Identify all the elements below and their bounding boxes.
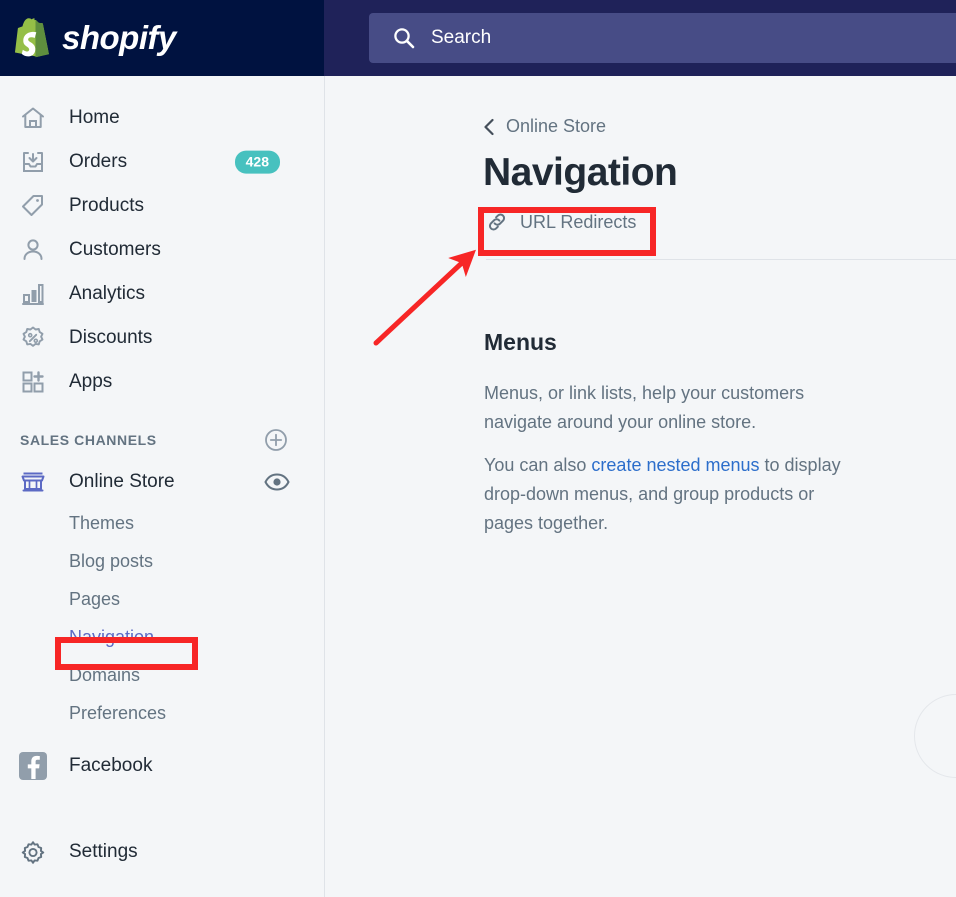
partial-circle-decoration <box>914 694 956 778</box>
sidebar-item-label: Analytics <box>69 283 146 304</box>
gear-icon <box>18 837 48 867</box>
sidebar-item-orders[interactable]: Orders 428 <box>0 140 324 184</box>
sidebar-sub-label: Blog posts <box>69 550 154 571</box>
search-input[interactable]: Search <box>369 13 956 63</box>
sidebar-item-label: Orders <box>69 151 128 172</box>
sidebar-item-domains[interactable]: Domains <box>0 656 324 694</box>
sidebar-item-analytics[interactable]: Analytics <box>0 272 324 316</box>
menus-p2-before: You can also <box>484 455 592 475</box>
sidebar-item-navigation[interactable]: Navigation <box>0 618 324 656</box>
sidebar-item-products[interactable]: Products <box>0 184 324 228</box>
person-icon <box>18 235 48 265</box>
tag-icon <box>18 191 48 221</box>
sidebar-item-label: Online Store <box>69 471 175 492</box>
facebook-icon <box>18 751 48 781</box>
sidebar-item-pages[interactable]: Pages <box>0 580 324 618</box>
sidebar-item-label: Products <box>69 195 144 216</box>
sidebar-item-label: Apps <box>69 371 113 392</box>
apps-grid-plus-icon <box>18 367 48 397</box>
sidebar-item-preferences[interactable]: Preferences <box>0 694 324 732</box>
url-redirects-link[interactable]: URL Redirects <box>486 211 636 233</box>
url-redirects-label: URL Redirects <box>520 211 637 232</box>
sidebar-item-discounts[interactable]: Discounts <box>0 316 324 360</box>
home-icon <box>18 103 48 133</box>
shopify-wordmark: shopify <box>62 19 176 56</box>
search-icon <box>393 27 415 49</box>
sidebar-item-label: Customers <box>69 239 161 260</box>
sidebar-item-apps[interactable]: Apps <box>0 360 324 404</box>
sales-channels-title: SALES CHANNELS <box>20 432 157 448</box>
sidebar-item-label: Discounts <box>69 327 153 348</box>
sidebar-item-settings[interactable]: Settings <box>0 830 324 874</box>
sidebar-sub-label: Domains <box>69 664 141 685</box>
sidebar-sub-label: Preferences <box>69 702 167 723</box>
menus-heading: Menus <box>484 329 557 355</box>
sidebar-item-label: Facebook <box>69 755 153 776</box>
bar-chart-icon <box>18 279 48 309</box>
storefront-icon <box>18 467 48 497</box>
search-placeholder: Search <box>431 27 492 48</box>
shopify-admin-window: shopify Search Home Orders 428 Products … <box>0 0 956 897</box>
sidebar-item-facebook[interactable]: Facebook <box>0 744 324 788</box>
sidebar-sub-label: Navigation <box>69 626 155 647</box>
menus-paragraph-2: You can also create nested menus to disp… <box>484 451 864 538</box>
sidebar-item-blog-posts[interactable]: Blog posts <box>0 542 324 580</box>
breadcrumb[interactable]: Online Store <box>483 116 606 137</box>
sidebar-item-label: Settings <box>69 841 138 862</box>
sales-channels-header: SALES CHANNELS <box>0 420 324 460</box>
discount-percent-icon <box>18 323 48 353</box>
chevron-left-icon <box>483 118 495 136</box>
sidebar-item-label: Home <box>69 107 120 128</box>
orders-inbox-icon <box>18 147 48 177</box>
top-bar: shopify Search <box>0 0 956 76</box>
sidebar-item-customers[interactable]: Customers <box>0 228 324 272</box>
search-zone: Search <box>324 0 956 76</box>
breadcrumb-label: Online Store <box>506 116 607 136</box>
main-content: Online Store Navigation URL Redirects Me… <box>325 76 956 897</box>
eye-icon[interactable] <box>264 472 290 492</box>
menus-paragraph-1: Menus, or link lists, help your customer… <box>484 383 805 432</box>
plus-circle-icon[interactable] <box>264 428 288 452</box>
shopify-bag-icon <box>14 16 54 60</box>
sidebar-item-online-store[interactable]: Online Store <box>0 460 324 504</box>
sidebar-sub-label: Themes <box>69 512 135 533</box>
shopify-logo[interactable]: shopify <box>0 0 324 76</box>
sidebar-item-home[interactable]: Home <box>0 96 324 140</box>
sidebar-sub-label: Pages <box>69 588 121 609</box>
page-title: Navigation <box>483 151 678 194</box>
link-chain-icon <box>486 211 508 233</box>
orders-count-badge: 428 <box>234 150 280 174</box>
sidebar-item-themes[interactable]: Themes <box>0 504 324 542</box>
section-divider <box>486 259 956 260</box>
sidebar: Home Orders 428 Products Customers Analy… <box>0 76 325 897</box>
create-nested-menus-link[interactable]: create nested menus <box>591 455 759 475</box>
